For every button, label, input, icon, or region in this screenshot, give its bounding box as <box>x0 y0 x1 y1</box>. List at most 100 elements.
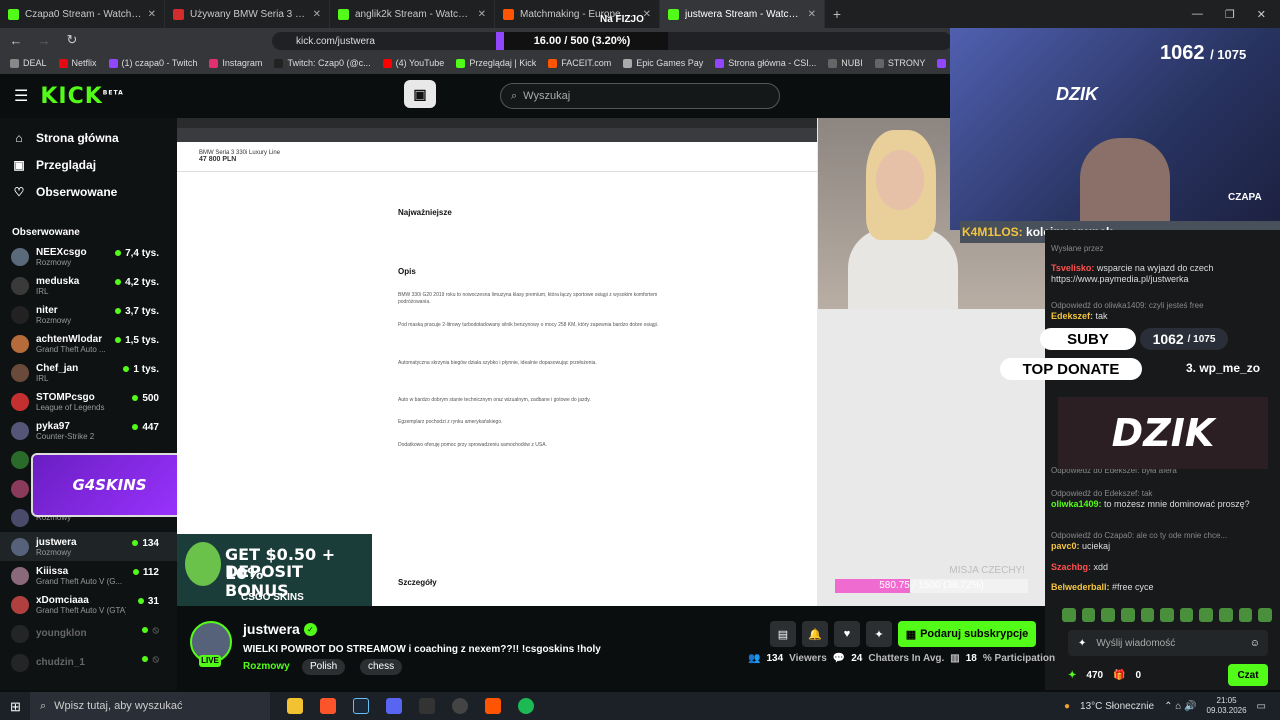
csgoskins-banner[interactable]: GET $0.50 + 10% DEPOSIT BONUS CSGO SKINS <box>177 534 372 606</box>
chat-send-button[interactable]: Czat <box>1228 664 1268 686</box>
streamer-name[interactable]: justwera <box>243 621 300 637</box>
followed-channel[interactable]: niter Rozmowy 3,7 tys. <box>0 300 177 329</box>
reload-icon[interactable]: ↻ <box>64 32 80 48</box>
followed-channel[interactable]: NEEXcsgo Rozmowy 7,4 tys. <box>0 242 177 271</box>
sidebar-nav-item[interactable]: ▣ Przeglądaj <box>0 151 177 178</box>
chat-username[interactable]: Tsvelisko: <box>1051 263 1094 273</box>
chat-input[interactable]: ✦ Wyślij wiadomość ☺ <box>1068 630 1268 656</box>
faceit-icon[interactable] <box>485 698 501 714</box>
emoji-icon[interactable]: ☺ <box>1250 638 1260 649</box>
bookmark-item[interactable]: STRONY <box>874 58 925 68</box>
spotify-icon[interactable] <box>518 698 534 714</box>
chat-message[interactable]: Wysłane przez <box>1051 243 1273 254</box>
sparkle-icon[interactable]: ✦ <box>866 621 892 647</box>
notifications-icon[interactable]: ▭ <box>1257 701 1266 712</box>
emote-icon[interactable] <box>1120 608 1135 622</box>
g4skins-banner[interactable]: G4SKINS <box>31 453 188 517</box>
bookmark-item[interactable]: Instagram <box>209 58 262 68</box>
minimize-icon[interactable]: — <box>1192 8 1203 21</box>
emote-icon[interactable] <box>1219 608 1233 622</box>
points-icon[interactable]: ✦ <box>1068 670 1076 681</box>
bookmark-item[interactable]: (1) czapa0 - Twitch <box>108 58 197 68</box>
file-explorer-icon[interactable] <box>287 698 303 714</box>
bookmark-item[interactable]: (4) YouTube <box>382 58 444 68</box>
followed-channel[interactable]: STOMPcsgo League of Legends 500 <box>0 387 177 416</box>
followed-channel[interactable]: Chef_jan IRL 1 tys. <box>0 358 177 387</box>
brave-icon[interactable] <box>320 698 336 714</box>
taskbar-search[interactable]: ⌕ Wpisz tutaj, aby wyszukać <box>30 692 270 720</box>
follow-heart-icon[interactable]: ♥ <box>834 621 860 647</box>
epic-icon[interactable] <box>419 698 435 714</box>
browser-tab[interactable]: Czapa0 Stream - Watch Live on K ✕ <box>0 0 165 28</box>
followed-channel[interactable]: xDomciaaa Grand Theft Auto V (GTA) 31 <box>0 590 177 619</box>
kick-logo[interactable]: KICKBETA <box>40 84 123 109</box>
followed-channel[interactable]: youngklon ⦸ <box>0 619 177 648</box>
chat-message[interactable]: Tsvelisko: wsparcie na wyjazd do czech h… <box>1051 263 1273 285</box>
emote-icon[interactable] <box>1258 608 1273 622</box>
chat-username[interactable]: Edekszef: <box>1051 311 1093 321</box>
bookmark-item[interactable]: Twitch: Czap0 (@c... <box>274 58 371 68</box>
video-player[interactable]: BMW Seria 3 330i Luxury Line 47 800 PLN … <box>177 118 1045 606</box>
bookmark-item[interactable]: Przeglądaj | Kick <box>456 58 536 68</box>
menu-icon[interactable]: ☰ <box>14 86 28 106</box>
windows-start-icon[interactable]: ⊞ <box>10 699 21 715</box>
chat-message[interactable]: Belwederball: #free cyce <box>1051 582 1273 593</box>
gift-icon[interactable]: 🎁 <box>1113 670 1125 681</box>
bookmark-item[interactable]: DEAL <box>10 58 47 68</box>
tab-close-icon[interactable]: ✕ <box>478 9 486 20</box>
followed-channel[interactable]: achtenWlodar Grand Theft Auto ... 1,5 tys. <box>0 329 177 358</box>
obs-icon[interactable] <box>452 698 468 714</box>
chat-username[interactable]: pavc0: <box>1051 541 1080 551</box>
tray-icons[interactable]: ⌃ ⌂ 🔊 <box>1164 701 1196 712</box>
forward-icon[interactable]: → <box>36 33 52 48</box>
emote-icon[interactable] <box>1179 608 1194 622</box>
followed-channel[interactable]: chudzin_1 ⦸ <box>0 648 177 677</box>
clock[interactable]: 21:05 09.03.2026 <box>1207 696 1247 716</box>
browser-tab[interactable]: Używany BMW Seria 3 2019 - 47 800 ✕ <box>165 0 330 28</box>
stream-category[interactable]: Rozmowy <box>243 661 290 672</box>
tab-close-icon[interactable]: ✕ <box>148 9 156 20</box>
bookmark-item[interactable]: Strona główna - CSI... <box>715 58 816 68</box>
vod-icon[interactable]: ▣ <box>404 80 436 108</box>
clip-icon[interactable]: ▤ <box>770 621 796 647</box>
emote-icon[interactable] <box>1062 608 1076 622</box>
gift-sub-button[interactable]: ▦ Podaruj subskrypcje <box>898 621 1036 647</box>
restore-icon[interactable]: ❐ <box>1225 8 1235 21</box>
sidebar-nav-item[interactable]: ♡ Obserwowane <box>0 178 177 205</box>
chat-username[interactable]: Belwederball: <box>1051 582 1110 592</box>
stream-tag[interactable]: Polish <box>302 659 346 675</box>
chat-message[interactable]: Szachbg: xdd <box>1051 562 1273 573</box>
browser-tab[interactable]: anglik2k Stream - Watch Live on Kick ✕ <box>330 0 495 28</box>
followed-channel[interactable]: meduska IRL 4,2 tys. <box>0 271 177 300</box>
chat-username[interactable]: Szachbg: <box>1051 562 1091 572</box>
chat-settings-icon[interactable]: ✦ <box>1078 638 1086 649</box>
bell-icon[interactable]: 🔔 <box>802 621 828 647</box>
stream-tag[interactable]: chess <box>360 659 403 675</box>
bookmark-item[interactable]: FACEIT.com <box>548 58 611 68</box>
chat-message[interactable]: Odpowiedź do Edekszef: tak oliwka1409: to… <box>1051 488 1273 510</box>
chat-username[interactable]: oliwka1409: <box>1051 499 1102 509</box>
close-window-icon[interactable]: ✕ <box>1257 8 1266 21</box>
emote-icon[interactable] <box>1101 608 1115 622</box>
tab-close-icon[interactable]: ✕ <box>808 9 816 20</box>
bookmark-item[interactable]: NUBI <box>828 58 863 68</box>
emote-icon[interactable] <box>1160 608 1174 622</box>
browser-tab[interactable]: justwera Stream - Watch Live ✕ <box>660 0 825 28</box>
back-icon[interactable]: ← <box>8 33 24 48</box>
emote-icon[interactable] <box>1238 608 1253 622</box>
bookmark-item[interactable]: Netflix <box>58 58 97 68</box>
emote-icon[interactable] <box>1081 608 1096 622</box>
chat-message[interactable]: Odpowiedź do Czapa0: ale co ty ode mnie … <box>1051 530 1273 552</box>
followed-channel[interactable]: pyka97 Counter-Strike 2 447 <box>0 416 177 445</box>
sidebar-nav-item[interactable]: ⌂ Strona główna <box>0 124 177 151</box>
steam-icon[interactable] <box>353 698 369 714</box>
bookmark-item[interactable]: Epic Games Pay <box>623 58 703 68</box>
new-tab-button[interactable]: + <box>825 6 849 22</box>
followed-channel[interactable]: Kiiissa Grand Theft Auto V (G... 112 <box>0 561 177 590</box>
emote-icon[interactable] <box>1140 608 1155 622</box>
chat-message[interactable]: Odpowiedź do oliwka1409: czyli jesteś fr… <box>1051 300 1273 322</box>
followed-channel[interactable]: justwera Rozmowy 134 <box>0 532 177 561</box>
discord-icon[interactable] <box>386 698 402 714</box>
emote-icon[interactable] <box>1199 608 1214 622</box>
search-input[interactable]: ⌕ Wyszukaj <box>500 83 780 109</box>
